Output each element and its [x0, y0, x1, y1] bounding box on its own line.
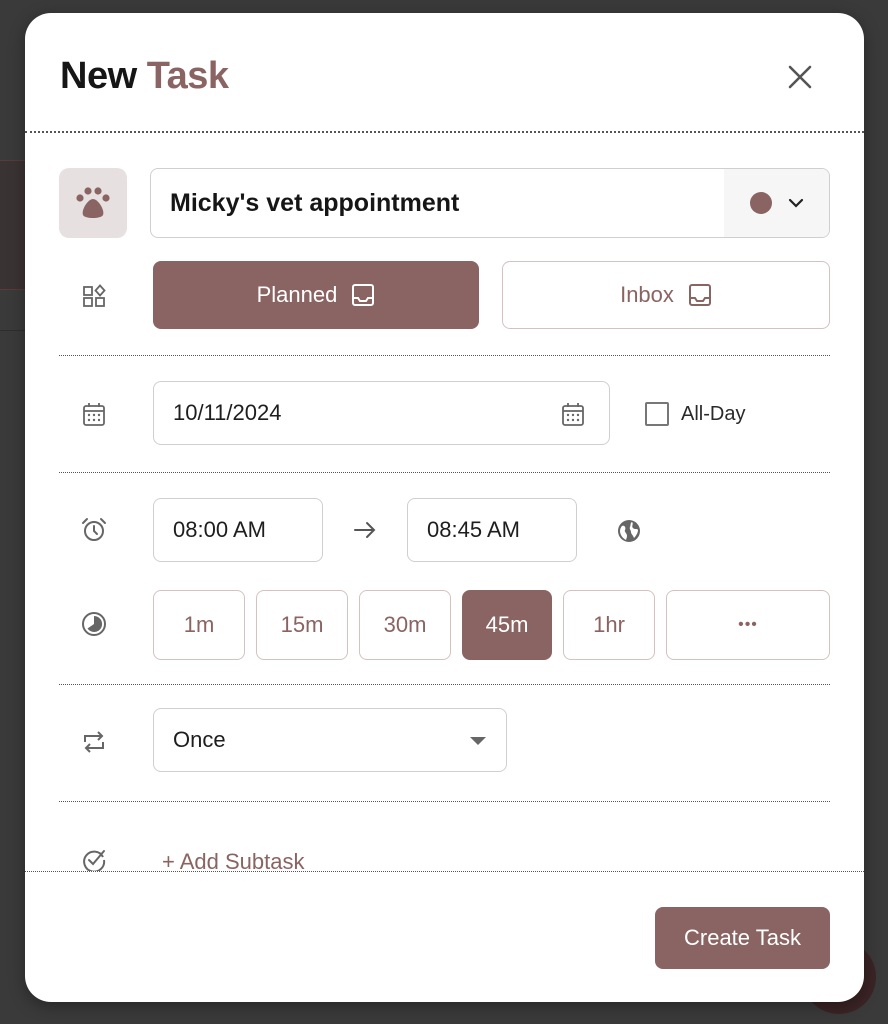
repeat-select[interactable]: Once — [153, 708, 507, 772]
color-picker[interactable] — [724, 169, 829, 237]
date-field[interactable]: 10/11/2024 — [153, 381, 610, 445]
inbox-icon — [352, 284, 375, 306]
duration-label: 45m — [485, 612, 529, 637]
more-durations-button[interactable]: ••• — [666, 590, 830, 660]
type-inbox-button[interactable]: Inbox — [502, 261, 830, 329]
paw-icon — [76, 187, 110, 218]
repeat-value: Once — [173, 727, 226, 752]
duration-label: 1m — [183, 612, 215, 637]
dropdown-arrow-icon — [470, 737, 486, 745]
clock-pie-icon — [81, 611, 107, 637]
duration-label: 15m — [280, 612, 324, 637]
chevron-down-icon — [788, 198, 803, 208]
close-button[interactable] — [784, 61, 816, 93]
type-planned-button[interactable]: Planned — [153, 261, 479, 329]
date-value: 10/11/2024 — [173, 400, 282, 425]
create-task-button[interactable]: Create Task — [655, 907, 830, 969]
end-time-field[interactable]: 08:45 AM — [407, 498, 577, 562]
dialog-header: New Task — [25, 13, 864, 133]
divider — [59, 684, 830, 685]
calendar-icon — [81, 401, 107, 427]
duration-option[interactable]: 15m — [256, 590, 348, 660]
emoji-picker-button[interactable] — [59, 168, 127, 238]
calendar-icon[interactable] — [562, 402, 584, 426]
start-time-value: 08:00 AM — [173, 517, 266, 542]
title-accent: Task — [146, 55, 229, 97]
repeat-icon — [81, 729, 107, 755]
duration-label: 30m — [383, 612, 427, 637]
dialog-footer: Create Task — [25, 871, 864, 1002]
add-subtask-link[interactable]: + Add Subtask — [162, 849, 305, 871]
new-task-dialog: New Task Micky's vet appointment Planned… — [25, 13, 864, 1002]
divider — [59, 472, 830, 473]
arrow-right-icon — [353, 519, 377, 546]
divider — [59, 355, 830, 356]
task-name-input[interactable] — [151, 169, 724, 237]
duration-option[interactable]: 1m — [153, 590, 245, 660]
duration-label: 1hr — [593, 612, 625, 637]
close-icon — [788, 65, 812, 89]
alarm-clock-icon — [81, 517, 107, 543]
all-day-label: All-Day — [681, 402, 746, 425]
type-planned-label: Planned — [256, 282, 338, 307]
type-inbox-label: Inbox — [620, 282, 674, 307]
duration-option-selected[interactable]: 45m — [462, 590, 552, 660]
color-swatch — [749, 192, 772, 214]
inbox-icon — [688, 284, 711, 306]
more-icon: ••• — [738, 616, 758, 633]
title-prefix: New — [60, 55, 137, 97]
start-time-field[interactable]: 08:00 AM — [153, 498, 323, 562]
duration-option[interactable]: 30m — [359, 590, 451, 660]
checkbox-box[interactable] — [645, 402, 669, 426]
check-circle-icon — [81, 847, 107, 871]
all-day-checkbox[interactable]: All-Day — [645, 402, 745, 426]
dialog-title: New Task — [60, 55, 229, 98]
divider — [59, 801, 830, 802]
task-name-field — [150, 168, 830, 238]
end-time-value: 08:45 AM — [427, 517, 520, 542]
dialog-body: Planned Inbox 10/11/2024 All-Day 08:00 A… — [25, 133, 864, 871]
globe-icon[interactable] — [617, 519, 641, 548]
duration-option[interactable]: 1hr — [563, 590, 655, 660]
category-icon — [81, 283, 107, 309]
